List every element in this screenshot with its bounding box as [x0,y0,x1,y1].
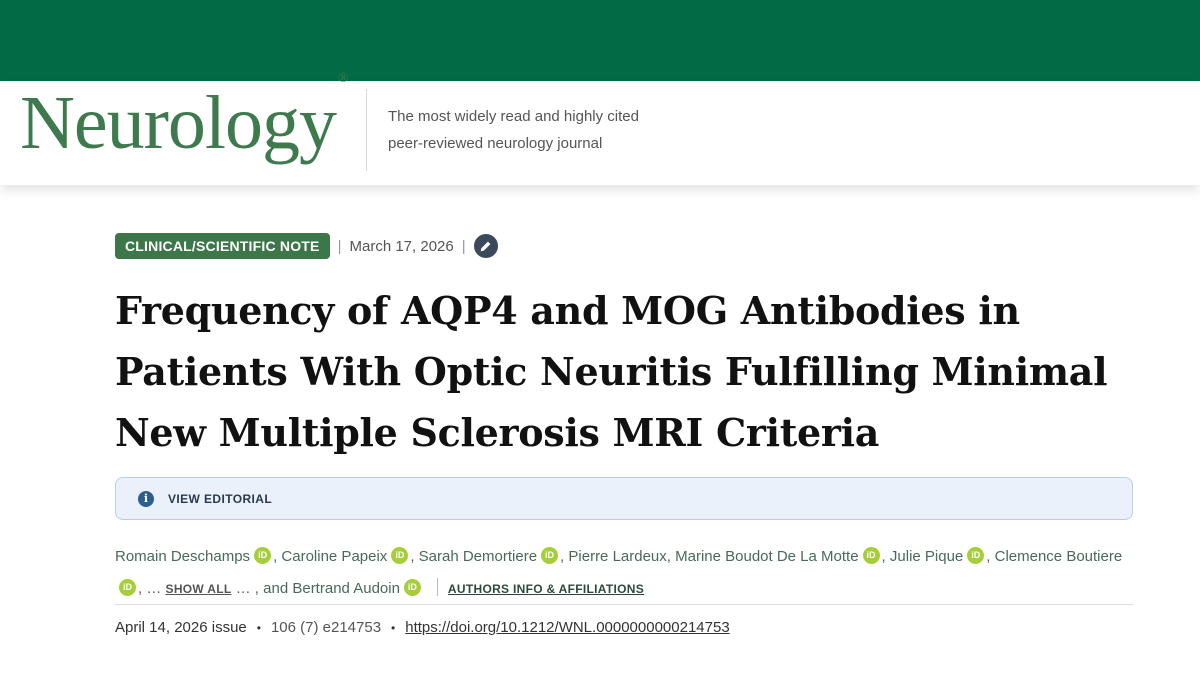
view-editorial-label: VIEW EDITORIAL [168,491,273,506]
masthead: Neurology® The most widely read and high… [0,71,1200,185]
authors-divider [436,578,438,596]
journal-logo[interactable]: Neurology® [20,71,349,161]
orcid-icon[interactable]: iD [862,547,880,564]
registered-mark: ® [338,70,349,86]
orcid-icon[interactable]: iD [541,547,559,564]
logo-text: Neurology [20,81,337,165]
show-all-authors-link[interactable]: SHOW ALL [166,582,232,596]
pencil-icon[interactable] [473,234,498,258]
author-name[interactable]: Clemence Boutiere [995,548,1123,565]
author-name[interactable]: Pierre Lardeux, Marine Boudot De La Mott… [568,548,858,565]
tagline-line-2: peer-reviewed neurology journal [388,135,603,152]
orcid-icon[interactable]: iD [391,547,409,564]
bullet: • [256,620,261,635]
author-name[interactable]: Bertrand Audoin [292,580,400,597]
top-brand-bar [0,0,1200,81]
author-name[interactable]: Caroline Papeix [281,548,387,565]
orcid-icon[interactable]: iD [403,579,421,596]
issue-date: April 14, 2026 issue [115,619,247,636]
article-type-badge[interactable]: CLINICAL/SCIENTIFIC NOTE [115,233,330,259]
orcid-icon[interactable]: iD [967,547,985,564]
author-list: Romain Deschamps iD, Caroline Papeix iD, S… [115,547,1123,597]
authors-affiliations-link[interactable]: AUTHORS INFO & AFFILIATIONS [448,582,644,596]
meta-separator: | [461,237,466,255]
bullet: • [391,620,396,635]
view-editorial-button[interactable]: i VIEW EDITORIAL [115,477,1133,520]
ellipsis-before: , … [138,580,162,597]
orcid-icon[interactable]: iD [119,579,136,596]
published-date: March 17, 2026 [349,237,454,255]
doi-link[interactable]: https://doi.org/10.1212/WNL.000000000021… [405,619,729,636]
section-divider [115,604,1133,605]
tagline-line-1: The most widely read and highly cited [388,108,639,125]
orcid-icon[interactable]: iD [254,547,272,564]
journal-tagline: The most widely read and highly cited pe… [388,103,708,157]
article-meta-row: CLINICAL/SCIENTIFIC NOTE | March 17, 202… [115,233,498,259]
author-name[interactable]: Sarah Demortiere [419,548,537,565]
header-divider [366,89,367,171]
author-name[interactable]: Julie Pique [890,548,963,565]
ellipsis-after: … , and [235,580,289,597]
issue-info-row: April 14, 2026 issue • 106 (7) e214753 •… [115,619,730,636]
meta-separator: | [337,237,342,255]
author-name[interactable]: Romain Deschamps [115,548,250,565]
info-icon: i [138,490,154,507]
article-title: Frequency of AQP4 and MOG Antibodies in … [115,288,1108,455]
volume-issue: 106 (7) e214753 [270,619,382,636]
